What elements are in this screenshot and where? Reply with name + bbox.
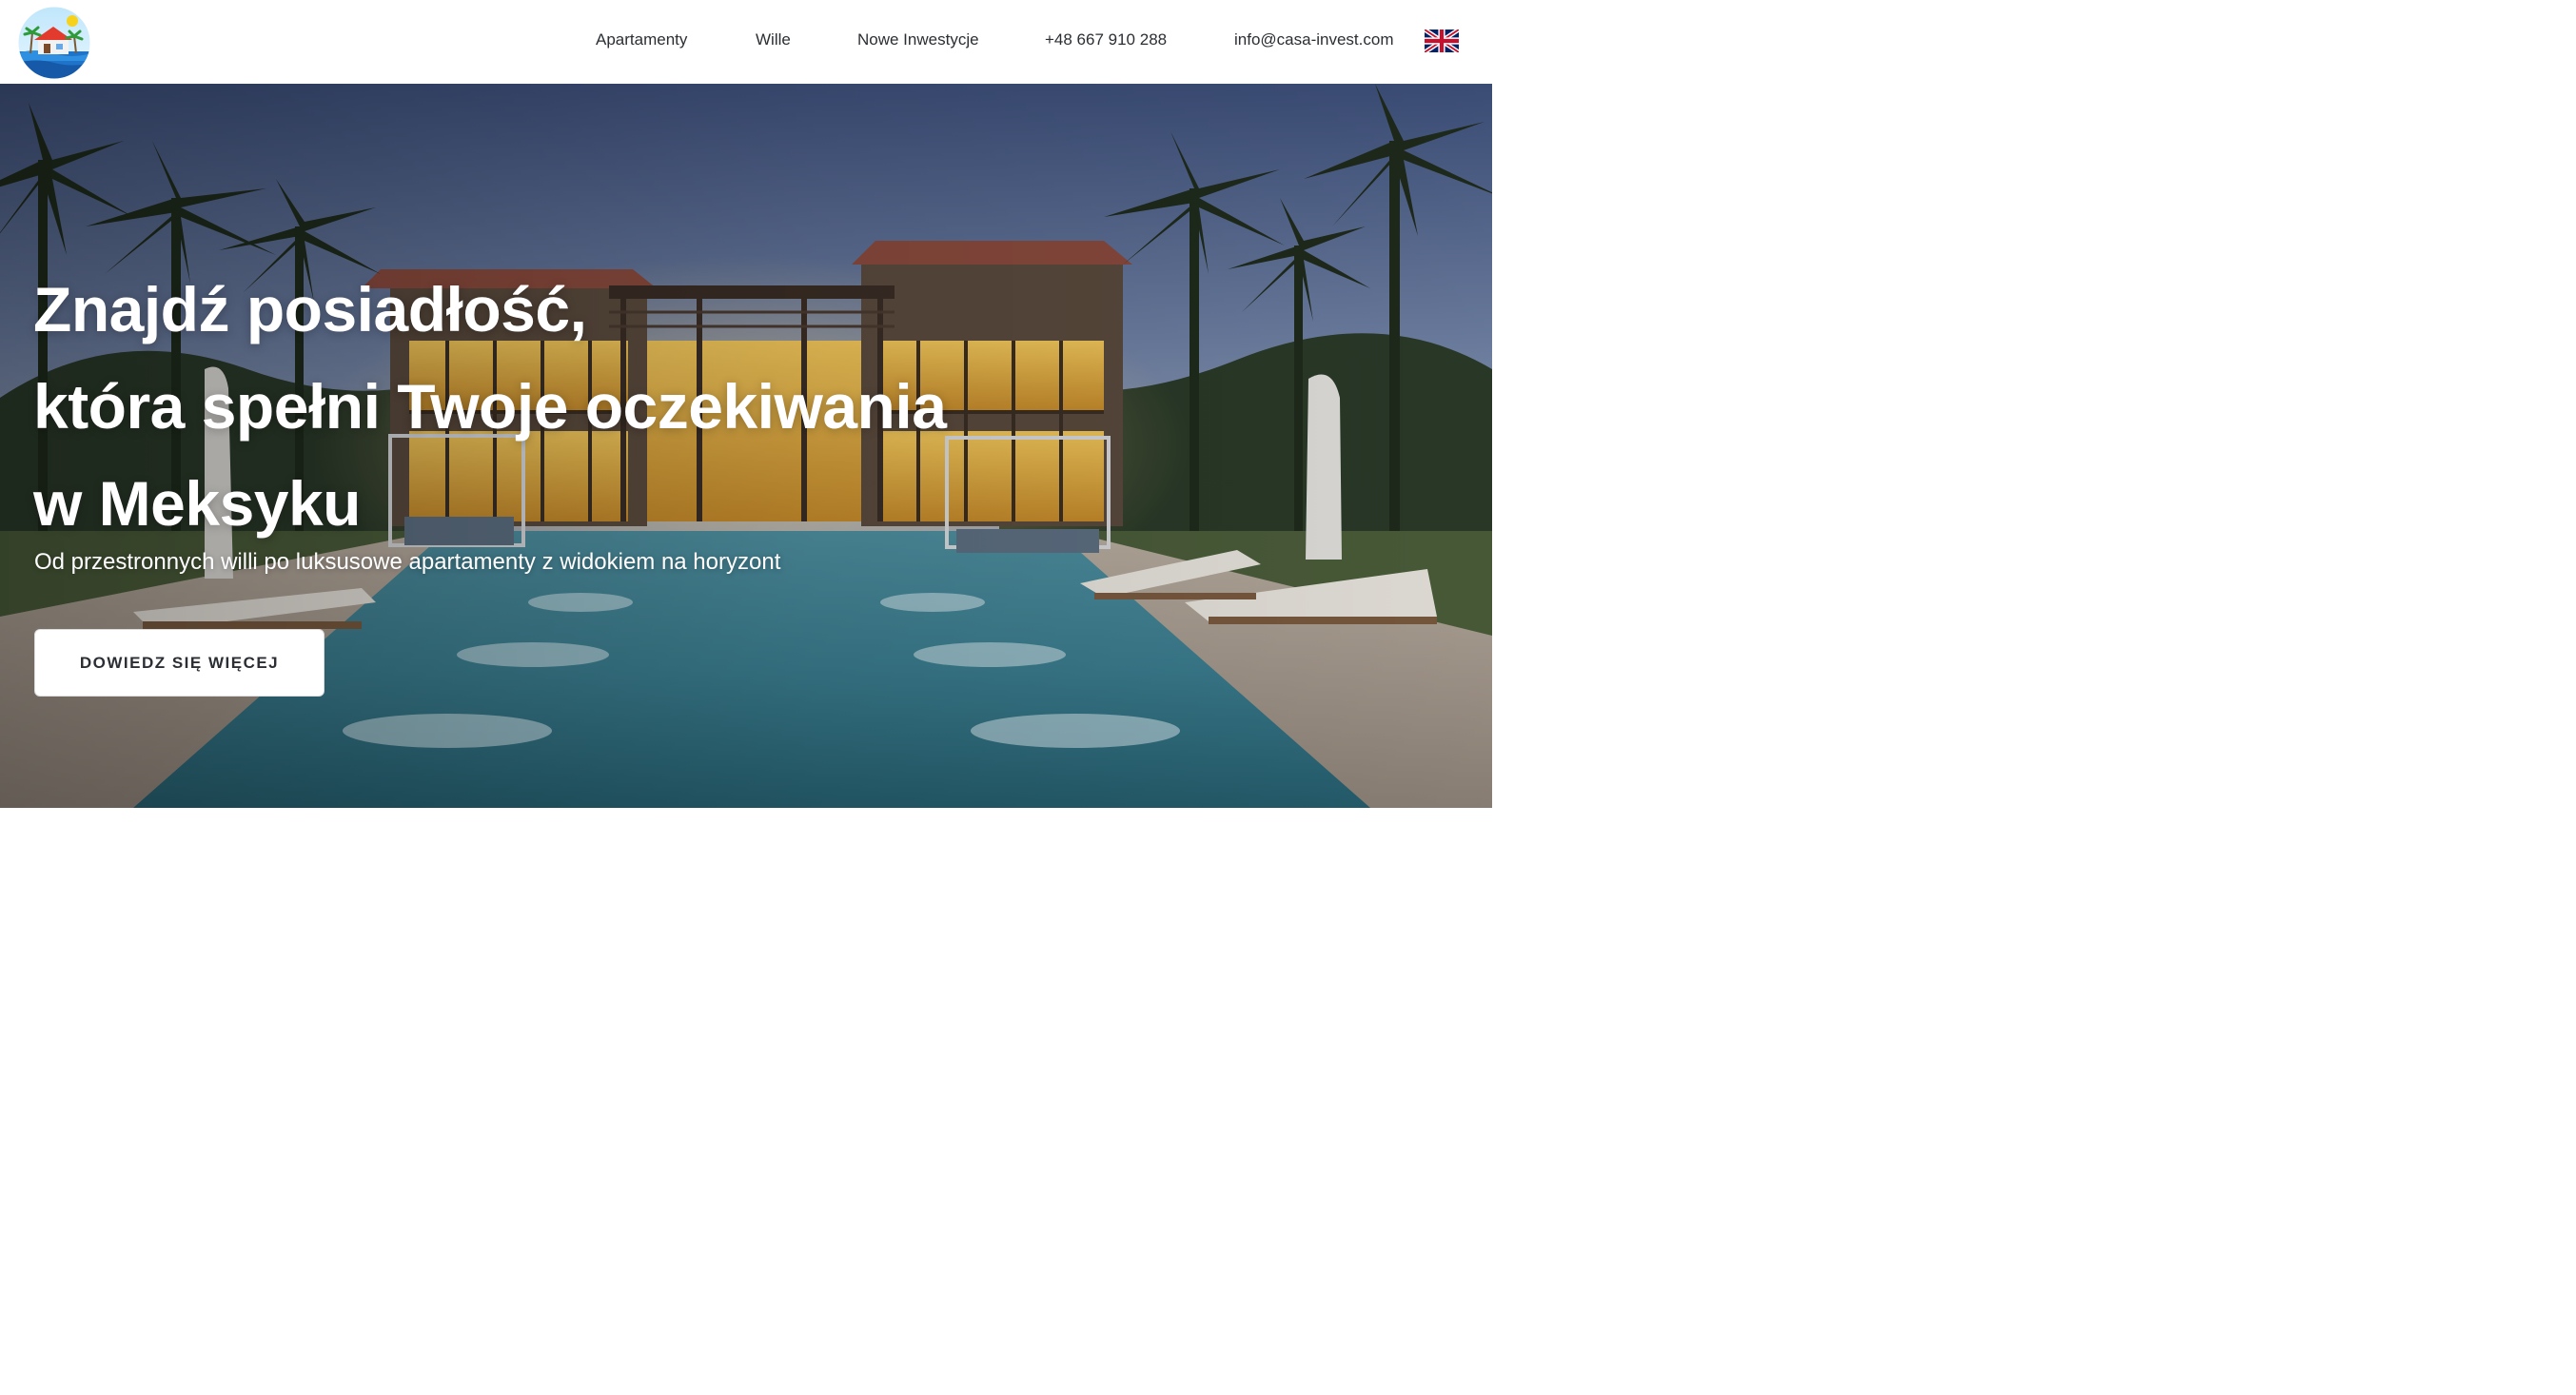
site-header: Apartamenty Wille Nowe Inwestycje +48 66… (0, 0, 1492, 84)
learn-more-button[interactable]: DOWIEDZ SIĘ WIĘCEJ (34, 629, 324, 697)
hero-headline: Znajdź posiadłość, która spełni Twoje oc… (33, 261, 947, 552)
page: Apartamenty Wille Nowe Inwestycje +48 66… (0, 0, 1492, 808)
nav-phone[interactable]: +48 667 910 288 (1045, 30, 1167, 49)
company-logo[interactable] (17, 6, 91, 80)
headline-line-2: która spełni Twoje oczekiwania (33, 371, 947, 442)
headline-line-1: Znajdź posiadłość, (33, 274, 587, 344)
headline-line-3: w Meksyku (33, 468, 362, 539)
hero-subheadline: Od przestronnych willi po luksusowe apar… (34, 549, 781, 575)
nav-villas[interactable]: Wille (756, 30, 791, 49)
hero-section: Znajdź posiadłość, która spełni Twoje oc… (0, 84, 1492, 808)
uk-flag-icon[interactable] (1425, 29, 1459, 52)
nav-new-investments[interactable]: Nowe Inwestycje (857, 30, 979, 49)
nav-apartments[interactable]: Apartamenty (596, 30, 687, 49)
nav-email[interactable]: info@casa-invest.com (1234, 30, 1394, 49)
